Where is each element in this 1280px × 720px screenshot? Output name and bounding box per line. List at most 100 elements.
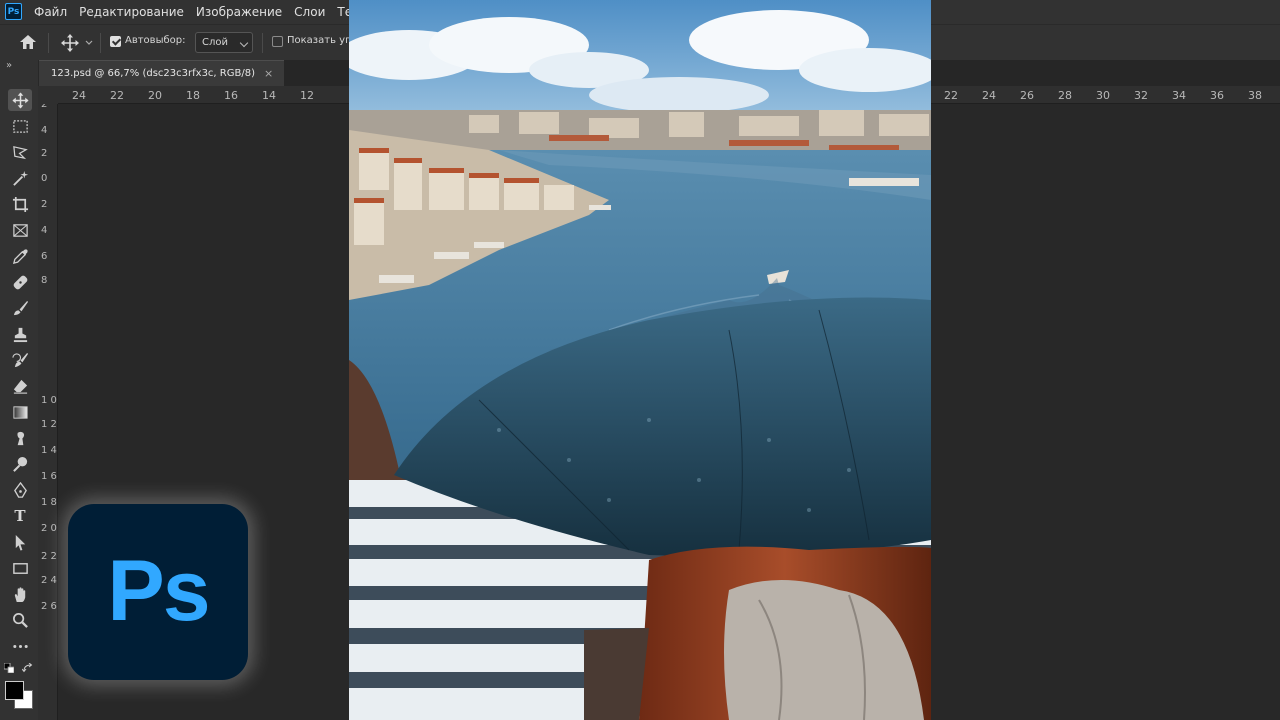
ruler-v-label: 1 4 <box>41 445 57 456</box>
history-brush-tool[interactable] <box>8 349 32 371</box>
ruler-h-label: 22 <box>110 89 124 102</box>
ruler-h-label: 28 <box>1058 89 1072 102</box>
gradient-icon <box>12 405 28 419</box>
eyedropper-icon <box>12 248 28 264</box>
rectangle-marquee-icon <box>12 119 28 133</box>
marquee-tool[interactable] <box>8 115 32 137</box>
document-image[interactable] <box>349 0 931 720</box>
ruler-h-label: 12 <box>300 89 314 102</box>
layer-select-dropdown[interactable]: Слой <box>195 32 253 53</box>
separator <box>48 33 49 53</box>
default-colors-icon[interactable] <box>4 663 14 673</box>
eyedropper-tool[interactable] <box>8 245 32 267</box>
separator <box>100 33 101 53</box>
show-controls-checkbox[interactable] <box>272 36 283 47</box>
clone-stamp-tool[interactable] <box>8 323 32 345</box>
ruler-h-label: 38 <box>1248 89 1262 102</box>
menu-items: Файл Редактирование Изображение Слои Тек… <box>34 0 373 24</box>
ruler-h-label: 30 <box>1096 89 1110 102</box>
foreground-color-swatch[interactable] <box>5 681 24 700</box>
separator <box>262 33 263 53</box>
brush-tool[interactable] <box>8 297 32 319</box>
ruler-h-label: 16 <box>224 89 238 102</box>
ruler-h-label: 26 <box>1020 89 1034 102</box>
home-icon[interactable] <box>18 33 38 51</box>
ruler-v-label: 2 <box>41 148 48 159</box>
ruler-h-label: 32 <box>1134 89 1148 102</box>
layer-select-value: Слой <box>202 37 228 48</box>
ruler-h-label: 22 <box>944 89 958 102</box>
ruler-v-label: 6 <box>41 251 48 262</box>
brush-icon <box>13 300 28 315</box>
ruler-v-label: 2 4 <box>41 575 57 586</box>
polygonal-lasso-icon <box>12 145 28 159</box>
swap-colors-icon[interactable] <box>22 663 34 673</box>
ruler-h-label: 34 <box>1172 89 1186 102</box>
ruler-h-label: 18 <box>186 89 200 102</box>
crop-tool[interactable] <box>8 193 32 215</box>
move-tool-preset-icon[interactable] <box>60 33 94 53</box>
healing-brush-tool[interactable] <box>8 271 32 293</box>
move-tool[interactable] <box>8 89 32 111</box>
auto-select-label: Автовыбор: <box>125 35 186 46</box>
ruler-v-label: 4 <box>41 225 48 236</box>
ruler-v-label: 4 <box>41 125 48 136</box>
magic-wand-tool[interactable] <box>8 167 32 189</box>
zoom-tool[interactable] <box>8 609 32 631</box>
ruler-h-label: 24 <box>982 89 996 102</box>
menu-layers[interactable]: Слои <box>294 5 325 19</box>
tools-panel: » T <box>0 60 39 720</box>
ruler-v-label: 2 6 <box>41 601 57 612</box>
blur-tool[interactable] <box>8 427 32 449</box>
bandage-icon <box>13 275 27 289</box>
pen-tool[interactable] <box>8 479 32 501</box>
ruler-h-label: 24 <box>72 89 86 102</box>
hand-icon <box>14 586 25 602</box>
rectangle-tool[interactable] <box>8 557 32 579</box>
eraser-tool[interactable] <box>8 375 32 397</box>
path-selection-tool[interactable] <box>8 531 32 553</box>
ruler-corner <box>38 86 58 104</box>
dodge-icon <box>12 456 27 472</box>
menu-image[interactable]: Изображение <box>196 5 282 19</box>
ruler-v-label: 2 2 <box>41 551 57 562</box>
rectangle-icon <box>12 562 28 574</box>
close-icon[interactable]: × <box>264 67 273 80</box>
type-icon: T <box>14 507 26 525</box>
pen-icon <box>13 481 27 498</box>
frame-tool[interactable] <box>8 219 32 241</box>
history-brush-icon <box>11 352 28 367</box>
more-icon <box>12 644 28 648</box>
document-tab[interactable]: 123.psd @ 66,7% (dsc23c3rfx3c, RGB/8) × <box>38 60 284 86</box>
chevron-down-icon <box>239 38 249 48</box>
auto-select-checkbox[interactable] <box>110 36 121 47</box>
magic-wand-icon <box>12 170 28 186</box>
ruler-v-label: 2 0 <box>41 523 57 534</box>
hand-tool[interactable] <box>8 583 32 605</box>
ruler-v-label: 1 8 <box>41 497 57 508</box>
ruler-h-label: 36 <box>1210 89 1224 102</box>
show-controls-label: Показать упр <box>287 35 358 46</box>
frame-icon <box>12 223 28 237</box>
gradient-tool[interactable] <box>8 401 32 423</box>
ruler-h-label: 20 <box>148 89 162 102</box>
type-tool[interactable]: T <box>8 505 32 527</box>
more-tools[interactable] <box>8 635 32 657</box>
ruler-v-label: 1 2 <box>41 419 57 430</box>
eraser-icon <box>13 379 27 394</box>
photo-porto-river-umbrella <box>349 0 931 720</box>
dodge-tool[interactable] <box>8 453 32 475</box>
collapse-icon[interactable]: » <box>6 60 12 71</box>
ruler-v-label: 0 <box>41 173 48 184</box>
stamp-icon <box>13 327 27 342</box>
menu-edit[interactable]: Редактирование <box>79 5 184 19</box>
ruler-v-label: 1 0 <box>41 395 57 406</box>
ruler-v-label: 8 <box>41 275 48 286</box>
move-icon <box>11 91 29 109</box>
document-tab-title: 123.psd @ 66,7% (dsc23c3rfx3c, RGB/8) <box>51 68 255 79</box>
menu-file[interactable]: Файл <box>34 5 67 19</box>
smudge-icon <box>16 431 24 445</box>
app-logo-icon[interactable]: Ps <box>5 3 22 20</box>
ruler-v-label: 2 <box>41 104 48 110</box>
lasso-tool[interactable] <box>8 141 32 163</box>
